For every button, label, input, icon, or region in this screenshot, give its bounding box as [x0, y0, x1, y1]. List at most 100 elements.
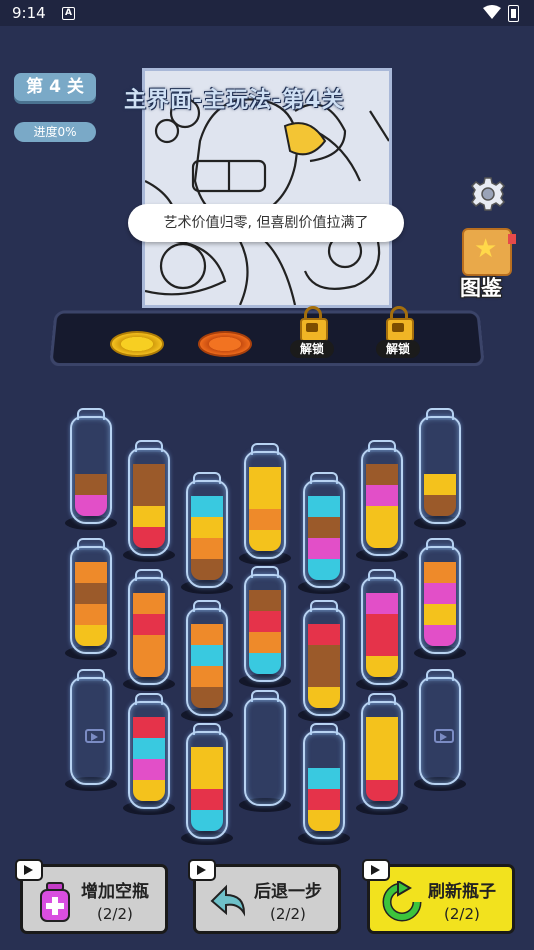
bottle-glass	[419, 677, 461, 785]
bottle[interactable]	[123, 693, 175, 815]
liquid-layer-cyan	[191, 810, 223, 831]
liquid-layer-orange	[133, 656, 165, 677]
liquid-layer-yellow	[191, 517, 223, 538]
refresh-bottles-count: (2/2)	[444, 905, 480, 923]
bottle-glass	[244, 698, 286, 806]
bottle[interactable]	[239, 443, 291, 565]
liquid-layer-orange	[191, 666, 223, 687]
bottle[interactable]	[414, 538, 466, 660]
bottle[interactable]	[123, 569, 175, 691]
bottle[interactable]	[181, 472, 233, 594]
liquid-layer-brown	[133, 485, 165, 506]
bottle[interactable]	[65, 538, 117, 660]
bottle-glass	[186, 731, 228, 839]
add-bottle-label: 增加空瓶	[81, 882, 149, 902]
bottle[interactable]	[356, 569, 408, 691]
add-bottle-count: (2/2)	[97, 905, 133, 923]
bottle-glass	[361, 448, 403, 556]
liquid-layer-brown	[366, 464, 398, 485]
liquid-layer-orange	[249, 509, 281, 530]
video-ad-icon	[306, 323, 318, 332]
liquid-layer-pink	[366, 593, 398, 614]
liquid-layer-brown	[191, 559, 223, 580]
locked-slot-2[interactable]: 解锁	[376, 306, 420, 358]
liquid-layer-red	[133, 527, 165, 548]
bottle[interactable]	[298, 600, 350, 722]
video-ad-icon	[15, 859, 43, 881]
refresh-bottles-label: 刷新瓶子	[428, 882, 496, 902]
liquid-layer-yellow	[308, 687, 340, 708]
bottle[interactable]	[239, 566, 291, 688]
bottle-glass	[303, 731, 345, 839]
orange-paint-plate[interactable]	[198, 331, 252, 357]
bottle[interactable]	[181, 723, 233, 845]
liquid-layer-yellow	[308, 810, 340, 831]
bottle[interactable]	[65, 408, 117, 530]
liquid-layer-brown	[191, 687, 223, 708]
liquid-layer-yellow	[366, 656, 398, 677]
bottle[interactable]	[239, 690, 291, 812]
liquid-layer-red	[308, 789, 340, 810]
video-ad-icon	[362, 859, 390, 881]
liquid-layer-red	[133, 614, 165, 635]
liquid-layer-red	[308, 624, 340, 645]
bottle-glass	[128, 701, 170, 809]
liquid-layer-pink	[424, 583, 456, 604]
refresh-bottles-button[interactable]: 刷新瓶子 (2/2)	[362, 859, 515, 934]
settings-gear-icon[interactable]	[470, 176, 506, 212]
bottle-glass	[70, 416, 112, 524]
liquid-layer-orange	[424, 562, 456, 583]
liquid-layer-cyan	[133, 738, 165, 759]
bottle[interactable]	[356, 440, 408, 562]
liquid-layer-cyan	[308, 768, 340, 789]
unlock-label: 解锁	[290, 340, 334, 358]
bottle-glass	[303, 480, 345, 588]
liquid-layer-orange	[249, 632, 281, 653]
video-ad-icon	[434, 729, 454, 743]
bottle[interactable]	[123, 440, 175, 562]
liquid-layer-cyan	[308, 559, 340, 580]
bottle[interactable]	[414, 669, 466, 791]
liquid-layer-brown	[133, 464, 165, 485]
undo-step-label: 后退一步	[254, 882, 322, 902]
liquid-layer-pink	[424, 625, 456, 646]
locked-slot-1[interactable]: 解锁	[290, 306, 334, 358]
liquid-layer-orange	[75, 562, 107, 583]
liquid-layer-orange	[133, 635, 165, 656]
bottle-glass	[128, 577, 170, 685]
bottle[interactable]	[414, 408, 466, 530]
wifi-icon	[483, 5, 501, 19]
liquid-layer-yellow	[366, 527, 398, 548]
liquid-layer-red	[366, 614, 398, 635]
liquid-layer-brown	[75, 474, 107, 495]
add-empty-bottle-button[interactable]: 增加空瓶 (2/2)	[15, 859, 168, 934]
video-ad-icon	[188, 859, 216, 881]
notification-icon: A	[62, 7, 75, 20]
liquid-layer-brown	[424, 495, 456, 516]
liquid-layer-orange	[75, 604, 107, 625]
bottle[interactable]	[298, 723, 350, 845]
liquid-layer-yellow	[249, 488, 281, 509]
liquid-layer-brown	[308, 666, 340, 687]
liquid-layer-cyan	[308, 496, 340, 517]
bottle-glass	[186, 480, 228, 588]
bottle[interactable]	[298, 472, 350, 594]
bottle-glass	[361, 577, 403, 685]
liquid-layer-brown	[308, 517, 340, 538]
undo-step-button[interactable]: 后退一步 (2/2)	[188, 859, 341, 934]
level-badge: 第 4 关	[14, 73, 96, 101]
liquid-layer-yellow	[424, 604, 456, 625]
liquid-layer-orange	[191, 624, 223, 645]
liquid-layer-pink	[308, 538, 340, 559]
liquid-layer-yellow	[191, 747, 223, 768]
bottle-glass	[303, 608, 345, 716]
liquid-layer-red	[191, 789, 223, 810]
liquid-layer-cyan	[191, 496, 223, 517]
liquid-layer-yellow	[366, 738, 398, 759]
collection-book-button[interactable]: ★ 图鉴	[458, 226, 516, 302]
bottle[interactable]	[181, 600, 233, 722]
bottle[interactable]	[65, 669, 117, 791]
liquid-layer-cyan	[191, 645, 223, 666]
yellow-paint-plate[interactable]	[110, 331, 164, 357]
bottle[interactable]	[356, 693, 408, 815]
